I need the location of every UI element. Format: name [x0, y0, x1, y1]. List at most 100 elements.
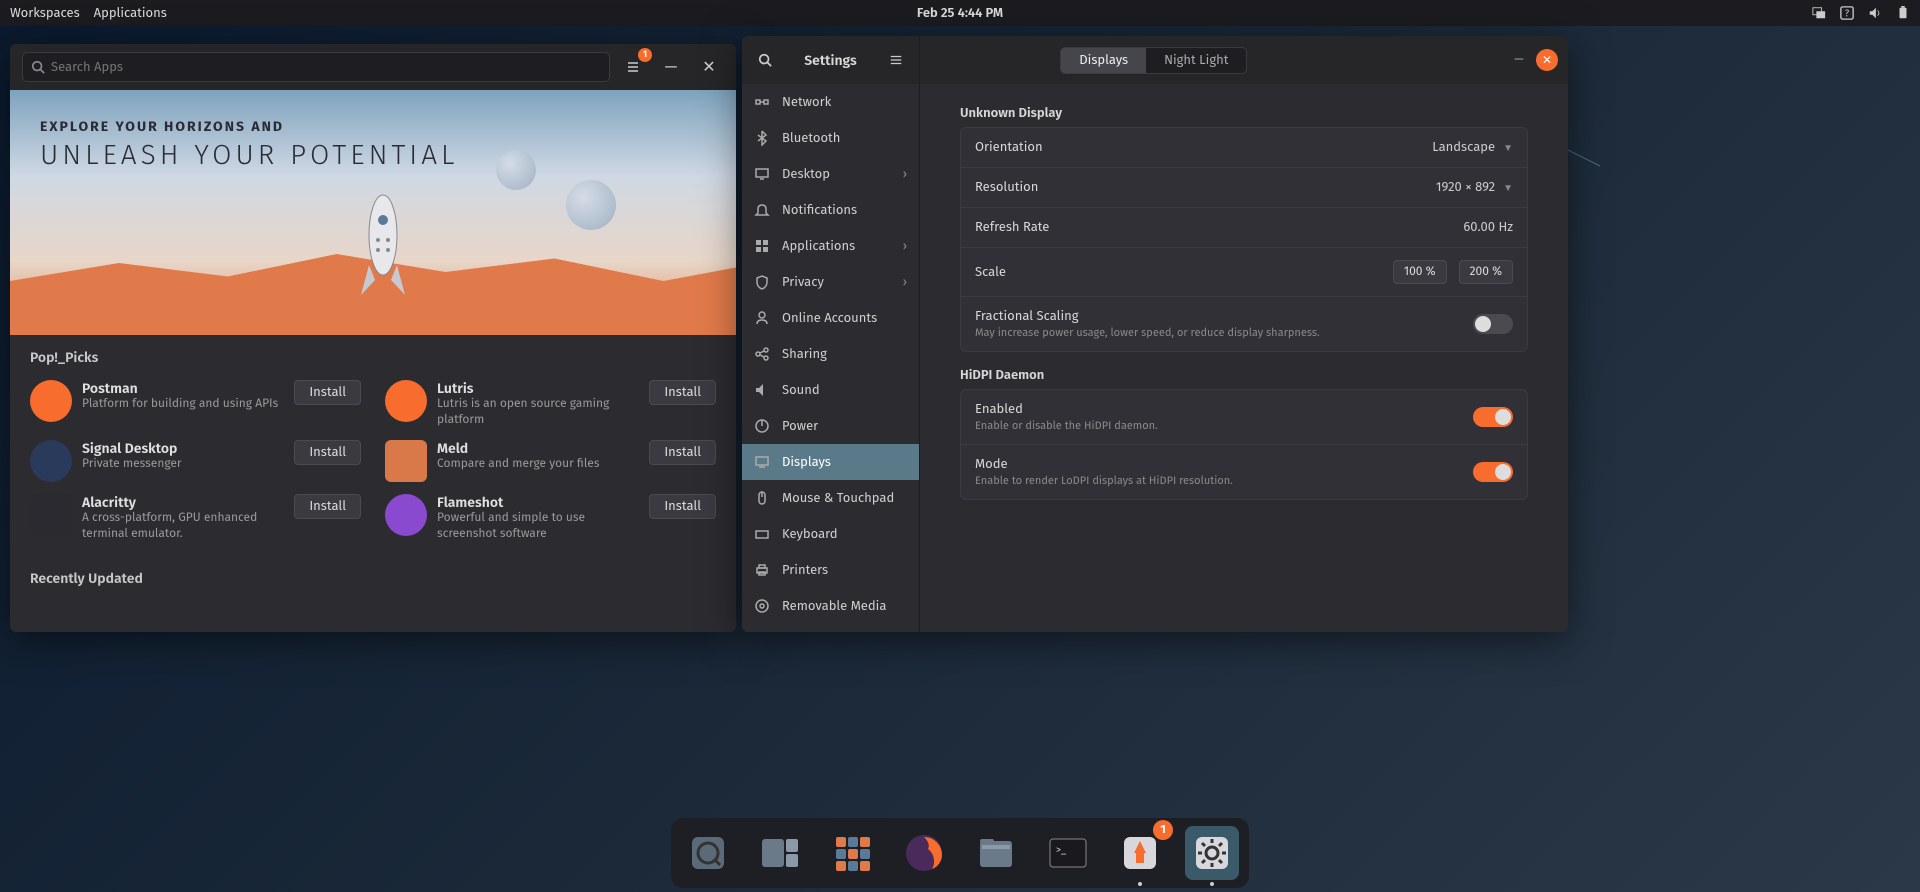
- fractional-toggle[interactable]: [1473, 314, 1513, 334]
- dock-settings[interactable]: [1185, 826, 1239, 880]
- search-icon: [31, 60, 45, 74]
- scale-100-button[interactable]: 100 %: [1393, 260, 1447, 284]
- user-icon: [754, 310, 770, 326]
- nav-item-notifications[interactable]: Notifications: [742, 192, 919, 228]
- hidpi-enabled-row: Enabled Enable or disable the HiDPI daem…: [961, 390, 1527, 445]
- pick-item[interactable]: LutrisLutris is an open source gaming pl…: [385, 380, 716, 428]
- nav-item-removable-media[interactable]: Removable Media: [742, 588, 919, 624]
- nav-item-label: Applications: [782, 239, 855, 254]
- nav-item-printers[interactable]: Printers: [742, 552, 919, 588]
- dock: >_ 1: [671, 818, 1249, 888]
- install-button[interactable]: Install: [649, 494, 716, 519]
- pick-name: Lutris: [437, 380, 639, 397]
- dock-running-dot: [1210, 882, 1214, 886]
- refresh-label: Refresh Rate: [975, 220, 1463, 235]
- pick-name: Signal Desktop: [82, 440, 284, 457]
- install-button[interactable]: Install: [294, 494, 361, 519]
- dock-files[interactable]: [969, 826, 1023, 880]
- nav-item-network[interactable]: Network: [742, 84, 919, 120]
- nav-item-label: Bluetooth: [782, 131, 840, 146]
- settings-close-button[interactable]: ✕: [1536, 49, 1558, 71]
- chevron-down-icon: ▼: [1503, 142, 1513, 154]
- pick-item[interactable]: MeldCompare and merge your filesInstall: [385, 440, 716, 482]
- nav-item-label: Privacy: [782, 275, 824, 290]
- planet-icon: [496, 150, 536, 190]
- minimize-button[interactable]: —: [656, 52, 686, 82]
- install-button[interactable]: Install: [294, 440, 361, 465]
- panel-applications[interactable]: Applications: [94, 6, 167, 21]
- hero-title: UNLEASH YOUR POTENTIAL: [40, 139, 706, 172]
- nav-item-online-accounts[interactable]: Online Accounts: [742, 300, 919, 336]
- pick-desc: A cross-platform, GPU enhanced terminal …: [82, 511, 284, 542]
- dock-updates-badge: 1: [1153, 820, 1173, 840]
- nav-item-label: Online Accounts: [782, 311, 877, 326]
- chevron-right-icon: ›: [903, 239, 907, 254]
- volume-icon[interactable]: [1868, 6, 1882, 20]
- apps-icon: [754, 238, 770, 254]
- screen-share-icon[interactable]: [1812, 6, 1826, 20]
- dock-app-grid[interactable]: [825, 826, 879, 880]
- nav-item-applications[interactable]: Applications ›: [742, 228, 919, 264]
- settings-title: Settings: [784, 52, 877, 69]
- nav-item-power[interactable]: Power: [742, 408, 919, 444]
- media-icon: [754, 598, 770, 614]
- pop-shop-window: 1 — ✕ EXPLORE YOUR HORIZONS AND UNLEASH …: [10, 44, 736, 632]
- nav-item-keyboard[interactable]: Keyboard: [742, 516, 919, 552]
- dock-updates[interactable]: 1: [1113, 826, 1167, 880]
- nav-item-mouse-touchpad[interactable]: Mouse & Touchpad: [742, 480, 919, 516]
- hero-banner[interactable]: EXPLORE YOUR HORIZONS AND UNLEASH YOUR P…: [10, 90, 736, 335]
- scale-label: Scale: [975, 265, 1393, 280]
- pick-name: Postman: [82, 380, 284, 397]
- tab-night-light[interactable]: Night Light: [1146, 48, 1246, 73]
- hidpi-mode-sub: Enable to render LoDPI displays at HiDPI…: [975, 474, 1473, 487]
- battery-icon[interactable]: [1896, 6, 1910, 20]
- dock-firefox[interactable]: [897, 826, 951, 880]
- pick-item[interactable]: PostmanPlatform for building and using A…: [30, 380, 361, 428]
- updates-button[interactable]: 1: [618, 52, 648, 82]
- orientation-label: Orientation: [975, 140, 1432, 155]
- app-icon: [30, 440, 72, 482]
- orientation-row[interactable]: Orientation Landscape▼: [961, 128, 1527, 168]
- nav-item-privacy[interactable]: Privacy›: [742, 264, 919, 300]
- hidpi-enabled-sub: Enable or disable the HiDPI daemon.: [975, 419, 1473, 432]
- nav-item-bluetooth[interactable]: Bluetooth: [742, 120, 919, 156]
- tab-displays[interactable]: Displays: [1061, 48, 1146, 73]
- chevron-down-icon: ▼: [1503, 182, 1513, 194]
- recently-updated-title: Recently Updated: [10, 556, 736, 601]
- install-button[interactable]: Install: [649, 440, 716, 465]
- pick-item[interactable]: FlameshotPowerful and simple to use scre…: [385, 494, 716, 542]
- scale-200-button[interactable]: 200 %: [1459, 260, 1513, 284]
- desktop-icon: [754, 166, 770, 182]
- dock-tiling[interactable]: [753, 826, 807, 880]
- nav-item-displays[interactable]: Displays: [742, 444, 919, 480]
- dock-shop[interactable]: [681, 826, 735, 880]
- hidpi-mode-toggle[interactable]: [1473, 462, 1513, 482]
- pick-item[interactable]: AlacrittyA cross-platform, GPU enhanced …: [30, 494, 361, 542]
- power-icon: [754, 418, 770, 434]
- pick-item[interactable]: Signal DesktopPrivate messengerInstall: [30, 440, 361, 482]
- panel-datetime[interactable]: Feb 25 4:44 PM: [917, 6, 1003, 21]
- dock-terminal[interactable]: >_: [1041, 826, 1095, 880]
- settings-menu-button[interactable]: [881, 45, 911, 75]
- install-button[interactable]: Install: [294, 380, 361, 405]
- close-button[interactable]: ✕: [694, 52, 724, 82]
- pick-name: Meld: [437, 440, 639, 457]
- scale-row: Scale 100 % 200 %: [961, 248, 1527, 297]
- nav-item-label: Keyboard: [782, 527, 838, 542]
- panel-workspaces[interactable]: Workspaces: [10, 6, 80, 21]
- pick-name: Flameshot: [437, 494, 639, 511]
- nav-item-desktop[interactable]: Desktop›: [742, 156, 919, 192]
- resolution-row[interactable]: Resolution 1920 × 892▼: [961, 168, 1527, 208]
- settings-search-button[interactable]: [750, 45, 780, 75]
- svg-text:?: ?: [1845, 8, 1850, 20]
- hidpi-enabled-toggle[interactable]: [1473, 407, 1513, 427]
- search-input-wrapper[interactable]: [22, 52, 610, 82]
- help-icon[interactable]: ?: [1840, 6, 1854, 20]
- install-button[interactable]: Install: [649, 380, 716, 405]
- fractional-sub: May increase power usage, lower speed, o…: [975, 326, 1473, 339]
- nav-item-sound[interactable]: Sound: [742, 372, 919, 408]
- app-icon: [30, 494, 72, 536]
- settings-minimize-button[interactable]: —: [1508, 49, 1530, 71]
- search-input[interactable]: [51, 60, 601, 75]
- nav-item-sharing[interactable]: Sharing: [742, 336, 919, 372]
